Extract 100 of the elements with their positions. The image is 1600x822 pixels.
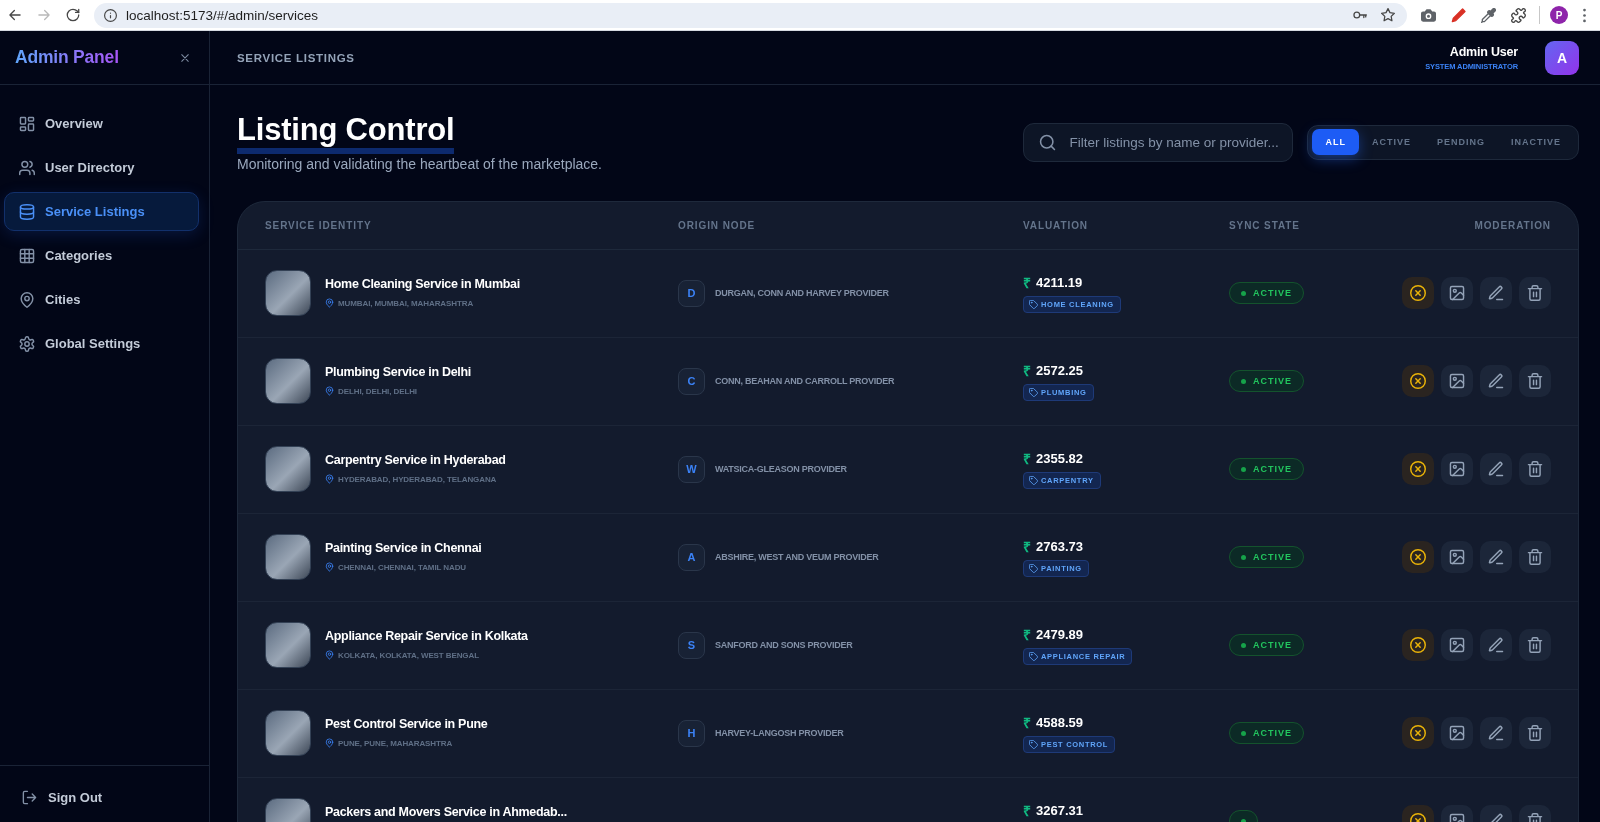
info-icon[interactable] — [104, 8, 117, 22]
delete-button[interactable] — [1519, 277, 1551, 310]
location-text: PUNE, PUNE, MAHARASHTRA — [338, 738, 453, 748]
image-button[interactable] — [1441, 453, 1473, 486]
x-circle-icon — [1410, 373, 1426, 390]
price-text: 4588.59 — [1036, 714, 1083, 730]
trash-icon — [1527, 637, 1543, 654]
arrow-left-icon[interactable] — [7, 8, 22, 22]
location-text: MUMBAI, MUMBAI, MAHARASHTRA — [338, 298, 474, 308]
x-circle-icon — [1410, 461, 1426, 478]
origin-avatar: W — [678, 455, 705, 483]
column-header: VALUATION — [1023, 219, 1088, 231]
photo-placeholder — [265, 534, 311, 581]
x-circle-icon — [1410, 725, 1426, 742]
image-icon — [1449, 725, 1465, 742]
image-button[interactable] — [1441, 365, 1473, 398]
status-dot — [1241, 290, 1246, 296]
nav-item[interactable]: Overview — [4, 104, 199, 143]
status-text: ACTIVE — [1253, 640, 1292, 651]
address-bar[interactable]: localhost:5173/#/admin/services — [94, 2, 1407, 28]
status-dot — [1241, 818, 1246, 822]
filter-tab[interactable]: ACTIVE — [1358, 129, 1424, 156]
sign-out-button[interactable]: Sign Out — [0, 777, 103, 817]
x-circle-icon — [1410, 549, 1426, 566]
database-icon — [19, 203, 35, 220]
delete-button[interactable] — [1519, 541, 1551, 574]
cancel-button[interactable] — [1402, 277, 1434, 310]
page-subtitle: Monitoring and validating the heartbeat of the marketplace. — [237, 154, 602, 173]
currency-symbol: ₹ — [1023, 273, 1031, 292]
cancel-button[interactable] — [1402, 629, 1434, 662]
delete-button[interactable] — [1519, 717, 1551, 750]
location-text: CHENNAI, CHENNAI, TAMIL NADU — [338, 562, 466, 572]
filter-tab[interactable]: ALL — [1312, 129, 1359, 156]
image-button[interactable] — [1441, 277, 1473, 310]
nav-item[interactable]: Service Listings — [4, 192, 199, 231]
close-button[interactable] — [179, 51, 191, 64]
service-title: Packers and Movers Service in Ahmedab... — [325, 804, 567, 821]
tag-icon — [1029, 388, 1038, 398]
search-icon — [1039, 133, 1057, 151]
pencil-icon — [1488, 725, 1504, 742]
image-button[interactable] — [1441, 717, 1473, 750]
tag-icon — [1029, 300, 1038, 310]
tag-icon — [1029, 476, 1038, 486]
pen-icon[interactable] — [1450, 7, 1466, 23]
cancel-button[interactable] — [1402, 365, 1434, 398]
map-pin-icon — [19, 291, 35, 308]
puzzle-icon[interactable] — [1510, 7, 1526, 23]
delete-button[interactable] — [1519, 453, 1551, 486]
image-button[interactable] — [1441, 629, 1473, 662]
map-pin-icon — [325, 562, 334, 573]
image-icon — [1449, 373, 1465, 390]
edit-button[interactable] — [1480, 365, 1512, 398]
nav-item[interactable]: Global Settings — [4, 324, 199, 363]
map-pin-icon — [325, 650, 334, 661]
pencil-icon — [1488, 461, 1504, 478]
delete-button[interactable] — [1519, 629, 1551, 662]
image-icon — [1449, 285, 1465, 302]
nav-item[interactable]: Categories — [4, 236, 199, 275]
provider-name: HARVEY-LANGOSH PROVIDER — [715, 728, 844, 739]
location-text: HYDERABAD, HYDERABAD, TELANGANA — [338, 474, 497, 484]
currency-symbol: ₹ — [1023, 801, 1031, 820]
edit-button[interactable] — [1480, 277, 1512, 310]
cancel-button[interactable] — [1402, 717, 1434, 750]
column-header: MODERATION — [1474, 219, 1551, 231]
x-circle-icon — [1410, 285, 1426, 302]
trash-icon — [1527, 549, 1543, 566]
status-text: ACTIVE — [1253, 464, 1292, 475]
status-text: ACTIVE — [1253, 552, 1292, 563]
edit-button[interactable] — [1480, 629, 1512, 662]
delete-button[interactable] — [1519, 365, 1551, 398]
reload-icon[interactable] — [65, 8, 80, 22]
edit-button[interactable] — [1480, 453, 1512, 486]
price-text: 2763.73 — [1036, 538, 1083, 554]
photo-placeholder — [265, 358, 311, 405]
price-text: 3267.31 — [1036, 802, 1083, 818]
trash-icon — [1527, 725, 1543, 742]
user-avatar: A — [1545, 40, 1579, 75]
filter-tab[interactable]: PENDING — [1423, 129, 1498, 156]
cancel-button[interactable] — [1402, 541, 1434, 574]
column-header: SYNC STATE — [1229, 219, 1300, 231]
nav-item[interactable]: Cities — [4, 280, 199, 319]
photo-placeholder — [265, 710, 311, 757]
eyedropper-icon[interactable] — [1480, 7, 1496, 23]
tag-icon — [1029, 564, 1038, 574]
edit-button[interactable] — [1480, 717, 1512, 750]
photo-placeholder — [265, 622, 311, 669]
image-button[interactable] — [1441, 541, 1473, 574]
search-field[interactable]: Filter listings by name or provider... — [1023, 122, 1294, 162]
provider-name: ABSHIRE, WEST AND VEUM PROVIDER — [715, 552, 879, 563]
pencil-icon — [1488, 373, 1504, 390]
currency-symbol: ₹ — [1023, 449, 1031, 468]
pencil-icon — [1488, 637, 1504, 654]
camera-icon[interactable] — [1420, 7, 1436, 23]
star-icon[interactable] — [1381, 8, 1395, 22]
status-dot — [1241, 554, 1246, 560]
filter-tab[interactable]: INACTIVE — [1498, 129, 1574, 156]
nav-item[interactable]: User Directory — [4, 148, 199, 187]
edit-button[interactable] — [1480, 541, 1512, 574]
cancel-button[interactable] — [1402, 453, 1434, 486]
profile-avatar[interactable]: P — [1550, 6, 1568, 24]
